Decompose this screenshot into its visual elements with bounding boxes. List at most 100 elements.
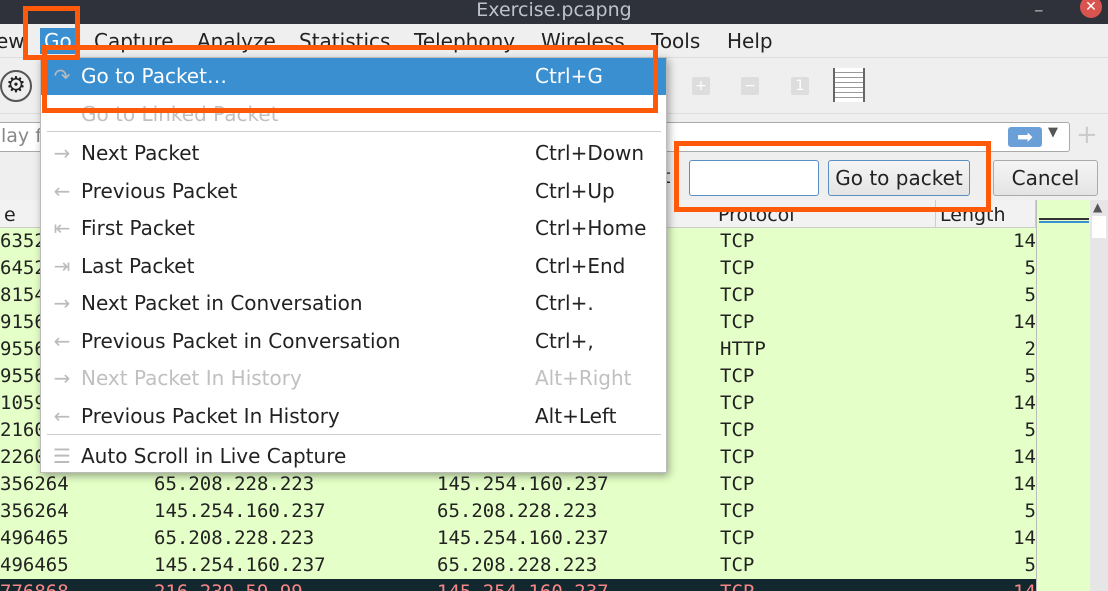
menu-item-label: Next Packet in Conversation xyxy=(81,291,363,315)
cell-length: 14 xyxy=(1013,311,1036,333)
annotation-go-to-packet xyxy=(42,45,658,113)
cell-protocol: TCP xyxy=(720,446,755,468)
cell-length: 2 xyxy=(1024,338,1036,360)
packet-row[interactable]: 356264 65.208.228.223 145.254.160.237 TCP 14 xyxy=(0,471,1036,498)
cell-time: 9556 xyxy=(0,365,46,387)
minimize-icon[interactable]: – xyxy=(1034,0,1044,20)
menu-item-next-packet-in-history[interactable]: → Next Packet In History Alt+Right xyxy=(41,360,666,397)
resize-columns-icon[interactable] xyxy=(833,68,865,102)
zoom-out-icon[interactable]: − xyxy=(741,77,759,95)
menu-item-label: Auto Scroll in Live Capture xyxy=(81,444,347,468)
cell-source: 145.254.160.237 xyxy=(154,500,326,522)
cell-time: 6352 xyxy=(0,230,46,252)
cell-protocol: HTTP xyxy=(720,338,766,360)
cell-protocol: TCP xyxy=(720,473,755,495)
menu-item-shortcut: Ctrl+Home xyxy=(535,216,647,240)
scroll-thumb[interactable] xyxy=(1092,216,1106,238)
packet-row[interactable]: 776868 216.239.59.99 145.254.160.237 TCP 14 xyxy=(0,579,1036,591)
go-menu: ↷ Go to Packet… Ctrl+G Go to Linked Packet →… xyxy=(40,57,667,473)
menu-separator xyxy=(47,434,661,435)
cell-time: 356264 xyxy=(0,473,69,495)
cell-length: 5 xyxy=(1024,284,1036,306)
filter-placeholder: lay f xyxy=(1,125,42,147)
menu-item-shortcut: Ctrl+Down xyxy=(535,141,645,165)
cell-destination: 145.254.160.237 xyxy=(437,579,609,591)
zoom-in-icon[interactable]: + xyxy=(692,77,710,95)
cell-time: 1059 xyxy=(0,392,46,414)
title-bar: Exercise.pcapng – ✕ xyxy=(0,0,1108,24)
cell-length: 14 xyxy=(1013,527,1036,549)
arrow-right-icon: → xyxy=(53,141,71,165)
menu-item-first-packet[interactable]: ⇤ First Packet Ctrl+Home xyxy=(41,210,666,247)
cell-length: 5 xyxy=(1024,419,1036,441)
add-filter-icon[interactable]: + xyxy=(1076,120,1098,150)
cell-time: 9156 xyxy=(0,311,46,333)
cell-destination: 145.254.160.237 xyxy=(437,527,609,549)
menu-item-previous-packet-in-conversation[interactable]: ← Previous Packet in Conversation Ctrl+, xyxy=(41,323,666,360)
cell-source: 216.239.59.99 xyxy=(154,579,303,591)
cell-length: 5 xyxy=(1024,365,1036,387)
cell-time: 776868 xyxy=(0,579,69,591)
menu-item-previous-packet[interactable]: ← Previous Packet Ctrl+Up xyxy=(41,173,666,210)
menu-item-shortcut: Ctrl+. xyxy=(535,291,594,315)
menu-item-next-packet-in-conversation[interactable]: → Next Packet in Conversation Ctrl+. xyxy=(41,285,666,322)
cell-length: 14 xyxy=(1013,579,1036,591)
cell-time: 356264 xyxy=(0,500,69,522)
cell-time: 6452 xyxy=(0,257,46,279)
scrollbar[interactable]: ▲ xyxy=(1090,200,1108,591)
autoscroll-icon: ☰ xyxy=(53,444,71,468)
annotation-go-bar xyxy=(674,141,991,212)
arrow-right-icon: → xyxy=(53,366,71,390)
packet-minimap[interactable] xyxy=(1036,200,1090,591)
arrow-right-icon: → xyxy=(53,291,71,315)
cancel-button[interactable]: Cancel xyxy=(993,160,1098,196)
cell-destination: 65.208.228.223 xyxy=(437,500,598,522)
packet-row[interactable]: 496465 65.208.228.223 145.254.160.237 TCP 14 xyxy=(0,525,1036,552)
cell-destination: 145.254.160.237 xyxy=(437,473,609,495)
cell-protocol: TCP xyxy=(720,392,755,414)
cell-protocol: TCP xyxy=(720,419,755,441)
menu-item-shortcut: Alt+Left xyxy=(535,404,617,428)
cell-time: 496465 xyxy=(0,554,69,576)
cell-protocol: TCP xyxy=(720,257,755,279)
cell-time: 8154 xyxy=(0,284,46,306)
menu-tools[interactable]: Tools xyxy=(651,28,700,54)
close-icon[interactable]: ✕ xyxy=(1080,0,1102,18)
cell-length: 14 xyxy=(1013,446,1036,468)
packet-row[interactable]: 496465 145.254.160.237 65.208.228.223 TCP 5 xyxy=(0,552,1036,579)
menu-item-next-packet[interactable]: → Next Packet Ctrl+Down xyxy=(41,135,666,172)
gear-icon[interactable]: ⚙ xyxy=(0,70,32,102)
menu-item-shortcut: Ctrl+, xyxy=(535,329,594,353)
menu-item-label: Last Packet xyxy=(81,254,195,278)
cell-source: 65.208.228.223 xyxy=(154,527,315,549)
packet-row[interactable]: 356264 145.254.160.237 65.208.228.223 TCP 5 xyxy=(0,498,1036,525)
cell-source: 145.254.160.237 xyxy=(154,554,326,576)
menu-ew[interactable]: ew xyxy=(0,28,25,54)
window-title: Exercise.pcapng xyxy=(476,0,632,21)
menu-item-label: Next Packet In History xyxy=(81,366,302,390)
menu-item-previous-packet-in-history[interactable]: ← Previous Packet In History Alt+Left xyxy=(41,398,666,435)
cell-protocol: TCP xyxy=(720,500,755,522)
cell-time: 9556 xyxy=(0,338,46,360)
menu-item-label: Previous Packet xyxy=(81,179,238,203)
arrow-left-icon: ← xyxy=(53,404,71,428)
normal-size-icon[interactable]: 1 xyxy=(791,77,809,95)
cell-length: 14 xyxy=(1013,230,1036,252)
cell-protocol: TCP xyxy=(720,554,755,576)
cell-protocol: TCP xyxy=(720,230,755,252)
menu-item-auto-scroll-in-live-capture[interactable]: ☰ Auto Scroll in Live Capture xyxy=(41,438,666,475)
last-packet-icon: ⇥ xyxy=(53,254,71,278)
menu-item-label: Next Packet xyxy=(81,141,200,165)
menu-item-last-packet[interactable]: ⇥ Last Packet Ctrl+End xyxy=(41,248,666,285)
menu-item-shortcut: Alt+Right xyxy=(535,366,632,390)
cell-length: 14 xyxy=(1013,392,1036,414)
cell-protocol: TCP xyxy=(720,579,754,591)
apply-filter-icon[interactable]: ➡ xyxy=(1008,127,1042,147)
cell-protocol: TCP xyxy=(720,311,755,333)
chevron-down-icon[interactable]: ▼ xyxy=(1048,125,1058,140)
arrow-left-icon: ← xyxy=(53,179,71,203)
menu-help[interactable]: Help xyxy=(727,28,773,54)
menu-item-label: Previous Packet in Conversation xyxy=(81,329,401,353)
menu-item-shortcut: Ctrl+End xyxy=(535,254,626,278)
scroll-up-icon[interactable]: ▲ xyxy=(1093,200,1102,214)
